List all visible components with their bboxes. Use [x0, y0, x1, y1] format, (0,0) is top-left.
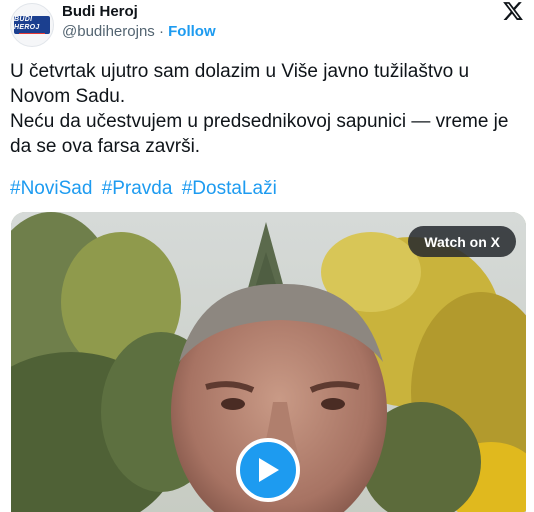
display-name[interactable]: Budi Heroj [62, 3, 138, 20]
play-icon [259, 458, 279, 482]
hashtag-novisad[interactable]: #NoviSad [10, 178, 92, 199]
hashtag-pravda[interactable]: #Pravda [102, 178, 173, 199]
avatar-logo: BUDI HEROJ [14, 16, 50, 34]
hashtags: #NoviSad #Pravda #DostaLaži [10, 176, 281, 201]
user-handle[interactable]: @budiherojns [62, 23, 155, 40]
handle-row: @budiherojns · Follow [62, 23, 216, 40]
tweet-text-line-2: Neću da učestvujem u predsednikovoj sapu… [10, 111, 509, 157]
follow-button[interactable]: Follow [168, 23, 216, 40]
tweet-text-line-1: U četvrtak ujutro sam dolazim u Više jav… [10, 61, 470, 107]
video-player[interactable]: Watch on X [11, 212, 526, 512]
tweet-text: U četvrtak ujutro sam dolazim u Više jav… [10, 59, 524, 159]
tweet-header: BUDI HEROJ Budi Heroj @budiherojns · Fol… [10, 0, 524, 48]
separator-dot: · [158, 23, 164, 40]
avatar-logo-stripe [19, 33, 45, 34]
play-button[interactable] [236, 438, 300, 502]
x-logo-icon[interactable] [502, 0, 524, 22]
avatar-logo-text: BUDI HEROJ [14, 16, 40, 31]
watch-on-x-button[interactable]: Watch on X [408, 226, 516, 257]
hashtag-dostalazi[interactable]: #DostaLaži [182, 178, 277, 199]
avatar[interactable]: BUDI HEROJ [10, 3, 54, 47]
